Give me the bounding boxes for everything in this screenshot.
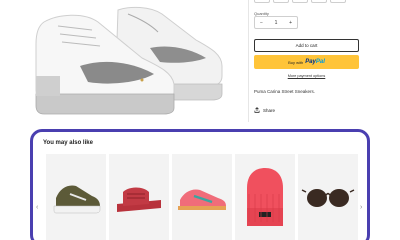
quantity-value[interactable]: 1 <box>275 20 278 26</box>
increment-button[interactable]: + <box>289 20 292 26</box>
recommendations-title: You may also like <box>43 140 93 146</box>
more-payment-options-link[interactable]: More payment options <box>254 74 359 78</box>
quantity-stepper: − 1 + <box>254 16 298 29</box>
decrement-button[interactable]: − <box>260 20 263 26</box>
size-option[interactable] <box>330 0 346 3</box>
size-option[interactable] <box>254 0 270 3</box>
carousel-prev-button[interactable]: ‹ <box>36 204 38 211</box>
product-card[interactable] <box>46 154 106 240</box>
size-option[interactable] <box>273 0 289 3</box>
sneaker-olive-icon <box>53 185 101 214</box>
size-option[interactable] <box>292 0 308 3</box>
sunglasses-icon <box>301 189 355 207</box>
add-to-cart-button[interactable]: Add to cart <box>254 39 359 52</box>
product-card[interactable] <box>298 154 358 240</box>
product-page: Quantity − 1 + Add to cart Buy with PayP… <box>0 0 400 240</box>
share-icon <box>254 107 260 113</box>
paypal-button[interactable]: Buy with PayPal <box>254 55 359 69</box>
product-card[interactable] <box>109 154 169 240</box>
product-card[interactable] <box>235 154 295 240</box>
size-option[interactable] <box>311 0 327 3</box>
share-label: Share <box>263 107 276 113</box>
paypal-logo: PayPal <box>305 59 325 65</box>
divider <box>248 0 249 122</box>
slide-sandal-red-icon <box>117 187 161 212</box>
sneaker-pair-icon <box>35 6 223 115</box>
carousel-next-button[interactable]: › <box>360 204 362 211</box>
size-options <box>254 0 346 3</box>
beanie-red-icon <box>247 168 283 226</box>
product-image[interactable] <box>0 0 228 122</box>
recommendations-section: You may also like ‹ › <box>30 129 370 240</box>
paypal-buy-with: Buy with <box>288 59 304 65</box>
product-card[interactable] <box>172 154 232 240</box>
sneaker-pink-icon <box>178 189 226 210</box>
share-button[interactable]: Share <box>254 107 275 113</box>
recommendations-carousel <box>46 154 358 240</box>
product-description: Puma Carina Street Sneakers. <box>254 89 316 94</box>
purchase-panel: Quantity − 1 + Add to cart Buy with PayP… <box>254 0 362 122</box>
